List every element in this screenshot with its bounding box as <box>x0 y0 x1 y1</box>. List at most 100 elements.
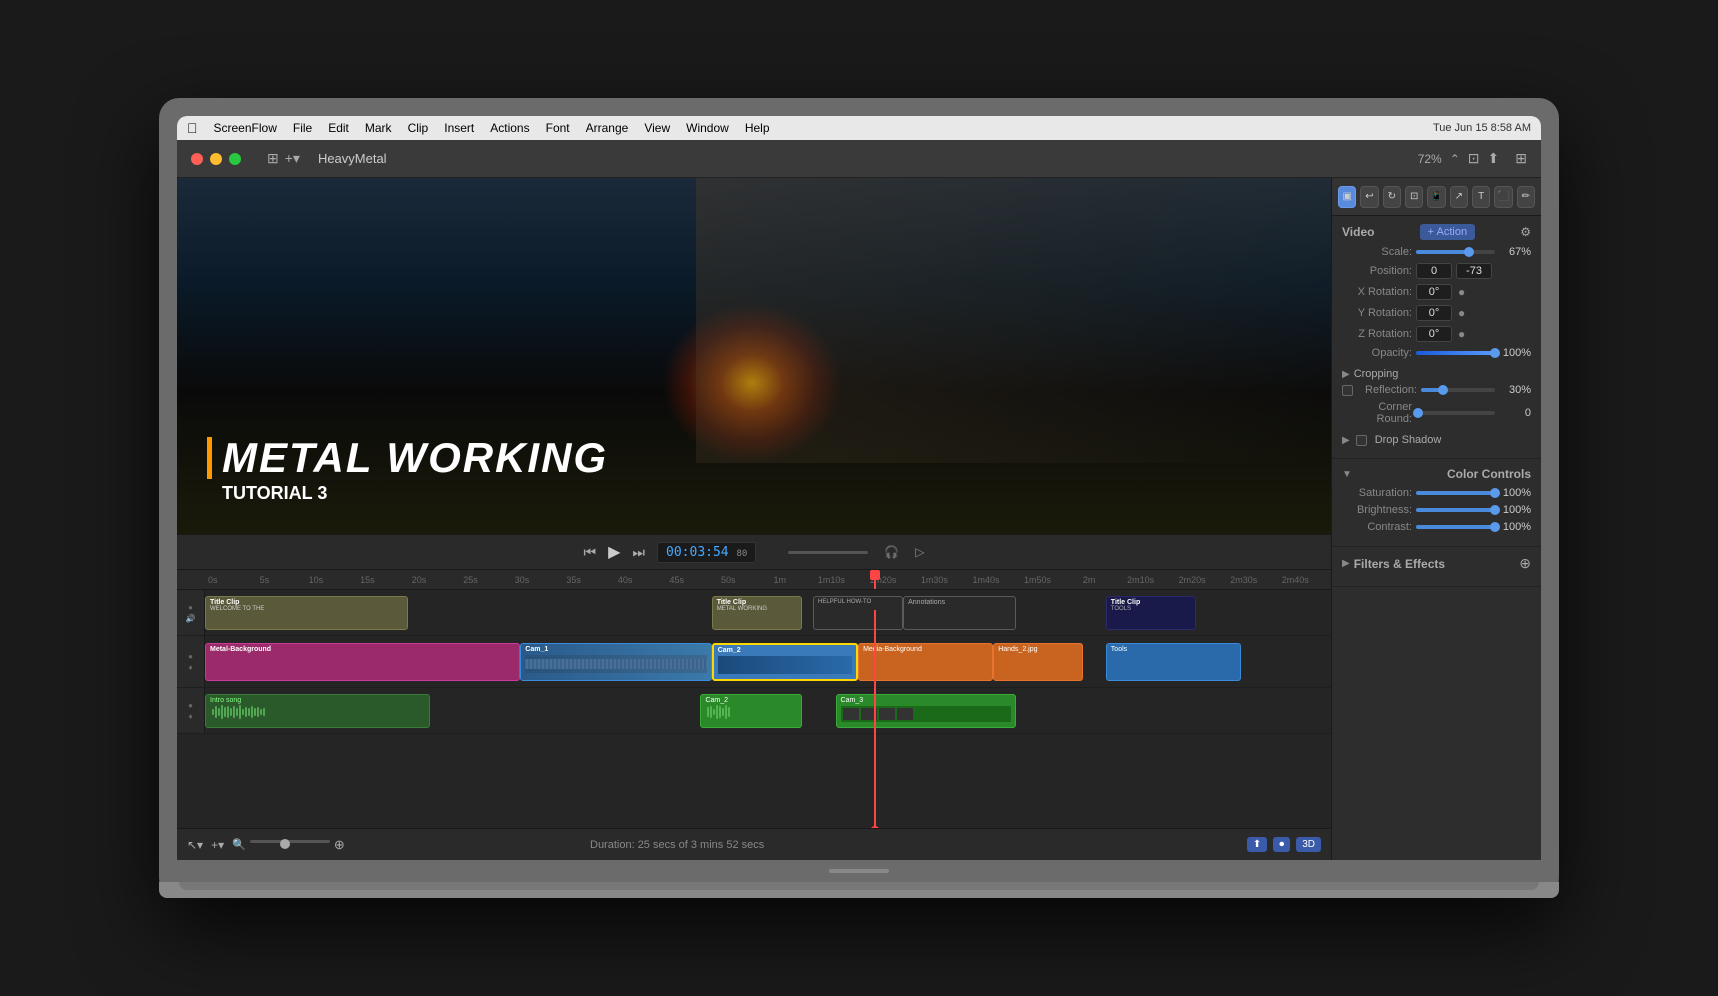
track-content-audio[interactable]: Intro song <box>205 688 1331 733</box>
brightness-thumb[interactable] <box>1490 505 1500 515</box>
menu-mark[interactable]: Mark <box>365 121 392 135</box>
reflection-slider-thumb[interactable] <box>1438 385 1448 395</box>
cursor-icon[interactable]: ↖▾ <box>187 838 203 852</box>
filters-chevron[interactable]: ▶ <box>1342 558 1350 569</box>
new-tab-icon[interactable]: ⊞ <box>267 150 279 167</box>
scale-slider[interactable] <box>1416 250 1495 254</box>
zoom-out-icon[interactable]: 🔍 <box>232 838 246 851</box>
clip-tools-video[interactable]: Tools <box>1106 643 1241 681</box>
color-controls-chevron[interactable]: ▼ <box>1342 469 1352 480</box>
play-button[interactable]: ▶ <box>608 542 620 562</box>
close-button[interactable] <box>191 153 203 165</box>
menu-arrange[interactable]: Arrange <box>586 121 629 135</box>
gear-button[interactable]: ⚙ <box>1520 225 1531 239</box>
fast-forward-button[interactable]: ⏭ <box>632 544 645 561</box>
audio-icon-3[interactable]: ♦ <box>188 712 192 721</box>
saturation-thumb[interactable] <box>1490 488 1500 498</box>
eye-icon-1[interactable]: ● <box>188 603 193 612</box>
clip-cam2-audio[interactable]: Cam_2 <box>700 694 801 728</box>
panel-cursor-tool[interactable]: ↗ <box>1450 186 1468 208</box>
zoom-in-icon[interactable]: ⊕ <box>334 837 345 853</box>
apple-menu[interactable]:  <box>187 120 198 136</box>
contrast-slider[interactable] <box>1416 525 1495 529</box>
contrast-thumb[interactable] <box>1490 522 1500 532</box>
action-button[interactable]: + Action <box>1420 224 1475 240</box>
corner-round-thumb[interactable] <box>1413 408 1423 418</box>
filters-add-icon[interactable]: ⊕ <box>1519 555 1531 572</box>
menu-file[interactable]: File <box>293 121 312 135</box>
add-clip-button[interactable]: +▾ <box>211 838 224 852</box>
clip-intro-song[interactable]: Intro song <box>205 694 430 728</box>
saturation-slider[interactable] <box>1416 491 1495 495</box>
share-icon[interactable]: ⬆ <box>1488 150 1500 167</box>
record-button[interactable]: ⏺ <box>1273 837 1290 852</box>
z-rotation-value[interactable]: 0° <box>1416 326 1452 342</box>
clip-hands[interactable]: Hands_2.jpg <box>993 643 1083 681</box>
scale-slider-thumb[interactable] <box>1464 247 1474 257</box>
panel-text-tool[interactable]: T <box>1472 186 1490 208</box>
corner-round-slider[interactable] <box>1416 411 1495 415</box>
clip-metal-bg-1[interactable]: Metal-Background <box>205 643 520 681</box>
expand-icon[interactable]: ▷ <box>915 545 924 559</box>
menu-insert[interactable]: Insert <box>444 121 474 135</box>
zoom-icon[interactable]: ⌃ <box>1450 152 1460 166</box>
panel-loop-tool[interactable]: ↻ <box>1383 186 1401 208</box>
audio-icon-2[interactable]: ♦ <box>188 663 192 672</box>
lock-icon-1[interactable]: 🔊 <box>186 614 196 623</box>
menu-font[interactable]: Font <box>546 121 570 135</box>
fullscreen-button[interactable] <box>229 153 241 165</box>
menu-window[interactable]: Window <box>686 121 729 135</box>
panel-rewind-tool[interactable]: ↩ <box>1360 186 1378 208</box>
x-rotation-dot[interactable]: ● <box>1458 285 1465 299</box>
menu-actions[interactable]: Actions <box>490 121 529 135</box>
zoom-slider-thumb[interactable] <box>280 839 290 849</box>
zoom-slider-container[interactable] <box>250 840 330 850</box>
clip-title-1[interactable]: Title Clip WELCOME TO THE <box>205 596 408 630</box>
menu-edit[interactable]: Edit <box>328 121 349 135</box>
menu-clip[interactable]: Clip <box>408 121 429 135</box>
minimize-button[interactable] <box>210 153 222 165</box>
z-rotation-dot[interactable]: ● <box>1458 327 1465 341</box>
menu-screenflow[interactable]: ScreenFlow <box>214 121 277 135</box>
cropping-row[interactable]: ▶ Cropping <box>1342 364 1531 384</box>
crop-icon[interactable]: ⊡ <box>1468 150 1480 167</box>
clip-cam2-selected[interactable]: Cam_2 <box>712 643 858 681</box>
3d-button[interactable]: 3D <box>1296 837 1321 852</box>
drop-shadow-row[interactable]: ▶ Drop Shadow <box>1342 430 1531 450</box>
clip-media-bg[interactable]: Media-Background <box>858 643 993 681</box>
panel-video-tool[interactable]: ▣ <box>1338 186 1356 208</box>
clip-helpful[interactable]: HELPFUL HOW-TO <box>813 596 903 630</box>
opacity-slider-thumb[interactable] <box>1490 348 1500 358</box>
layout-icon[interactable]: ⊞ <box>1515 150 1527 167</box>
clip-cam1[interactable]: Cam_1 <box>520 643 711 681</box>
opacity-slider[interactable] <box>1416 351 1495 355</box>
panel-edit-tool[interactable]: ✏ <box>1517 186 1535 208</box>
rewind-button[interactable]: ⏮ <box>583 544 596 561</box>
eye-icon-3[interactable]: ● <box>188 701 193 710</box>
eye-icon-2[interactable]: ● <box>188 652 193 661</box>
reflection-checkbox[interactable] <box>1342 385 1353 396</box>
panel-crop-tool[interactable]: ⊡ <box>1405 186 1423 208</box>
y-rotation-dot[interactable]: ● <box>1458 306 1465 320</box>
panel-call-tool[interactable]: 📱 <box>1427 186 1445 208</box>
x-rotation-value[interactable]: 0° <box>1416 284 1452 300</box>
position-x-value[interactable]: 0 <box>1416 263 1452 279</box>
track-content-2[interactable]: Metal-Background Cam_1 <box>205 636 1331 687</box>
reflection-slider[interactable] <box>1421 388 1495 392</box>
add-icon[interactable]: +▾ <box>285 150 300 167</box>
track-content-1[interactable]: Title Clip WELCOME TO THE Title Clip MET… <box>205 590 1331 635</box>
y-rotation-value[interactable]: 0° <box>1416 305 1452 321</box>
corner-round-value: 0 <box>1499 407 1531 419</box>
drop-shadow-checkbox[interactable] <box>1356 435 1367 446</box>
brightness-slider[interactable] <box>1416 508 1495 512</box>
panel-link-tool[interactable]: ⬛ <box>1494 186 1512 208</box>
clip-title-3[interactable]: Title Clip TOOLS <box>1106 596 1196 630</box>
menu-help[interactable]: Help <box>745 121 770 135</box>
menu-view[interactable]: View <box>644 121 670 135</box>
position-y-value[interactable]: -73 <box>1456 263 1492 279</box>
clip-annotation-1[interactable]: Annotations <box>903 596 1016 630</box>
volume-slider[interactable] <box>788 551 868 554</box>
clip-title-2[interactable]: Title Clip METAL WORKING <box>712 596 802 630</box>
export-button[interactable]: ⬆ <box>1247 837 1267 852</box>
clip-cam3[interactable]: Cam_3 <box>836 694 1016 728</box>
